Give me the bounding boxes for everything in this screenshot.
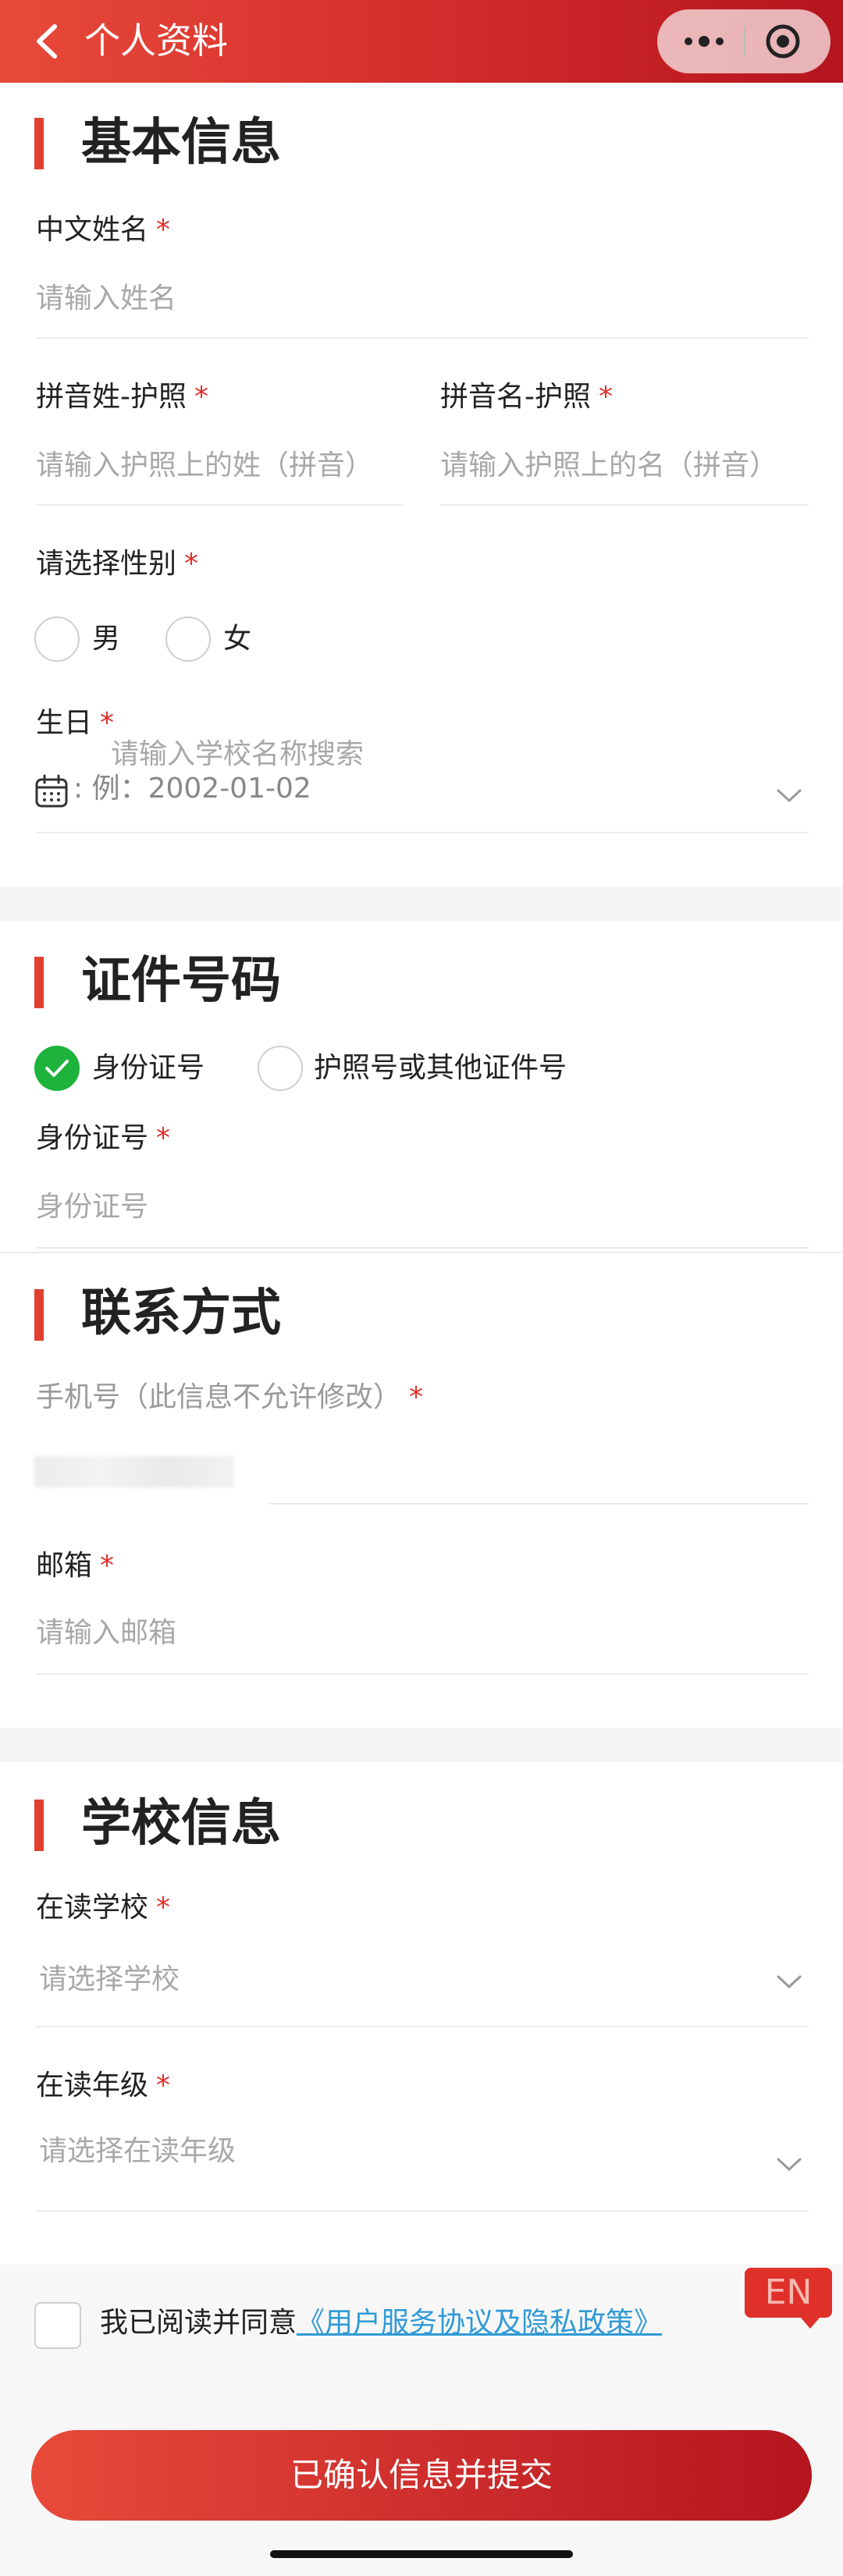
surname-input[interactable]: 请输入护照上的姓（拼音） xyxy=(36,448,373,484)
field-underline xyxy=(36,832,809,833)
section-accent-bar xyxy=(34,118,44,169)
chevron-down-icon[interactable] xyxy=(776,1974,802,1990)
mini-program-capsule xyxy=(657,9,831,73)
required-mark: * xyxy=(599,381,613,413)
school-select[interactable]: 请选择学校 xyxy=(39,1962,180,1998)
field-underline xyxy=(36,337,809,339)
phone-label: 手机号（此信息不允许修改） * xyxy=(36,1381,424,1413)
email-label: 邮箱 * xyxy=(36,1550,115,1582)
gender-female-label[interactable]: 女 xyxy=(223,621,251,657)
required-mark: * xyxy=(156,1122,171,1154)
chevron-down-icon[interactable] xyxy=(776,788,802,804)
more-dots-icon[interactable] xyxy=(681,30,727,53)
section-gap xyxy=(0,1728,843,1762)
phone-value-redacted xyxy=(34,1456,234,1487)
home-indicator xyxy=(270,2550,573,2558)
required-mark: * xyxy=(156,1892,171,1924)
section-accent-bar xyxy=(34,1800,44,1851)
agreement-link[interactable]: 《用户服务协议及隐私政策》 xyxy=(297,2307,662,2339)
chinese-name-label: 中文姓名 * xyxy=(36,214,171,246)
page-title: 个人资料 xyxy=(84,20,228,62)
id-number-label: 身份证号 * xyxy=(36,1122,171,1154)
field-underline xyxy=(36,1247,809,1249)
school-label: 在读学校 * xyxy=(36,1892,171,1924)
required-mark: * xyxy=(100,1550,115,1582)
required-mark: * xyxy=(194,381,208,413)
required-mark: * xyxy=(156,214,171,246)
given-name-label: 拼音名-护照 * xyxy=(440,381,613,413)
field-underline xyxy=(36,2210,809,2212)
language-toggle-en[interactable]: EN xyxy=(745,2268,832,2329)
passport-radio[interactable] xyxy=(258,1046,303,1091)
required-mark: * xyxy=(184,548,199,580)
required-mark: * xyxy=(156,2070,171,2102)
top-nav-bar: 个人资料 xyxy=(0,0,843,83)
chinese-name-input[interactable]: 请输入姓名 xyxy=(36,281,176,317)
birthday-label: 生日 * xyxy=(36,707,115,739)
close-target-icon[interactable] xyxy=(765,23,801,59)
gender-male-radio[interactable] xyxy=(34,616,80,662)
gender-male-label[interactable]: 男 xyxy=(92,621,120,657)
birthday-input[interactable]: : 例：2002-01-02 xyxy=(73,771,311,807)
field-underline xyxy=(269,1503,809,1505)
field-underline xyxy=(36,2026,809,2027)
surname-label: 拼音姓-护照 * xyxy=(36,381,208,413)
capsule-divider xyxy=(744,27,745,56)
required-mark: * xyxy=(409,1381,424,1413)
section-accent-bar xyxy=(34,957,44,1008)
field-underline xyxy=(440,504,809,506)
field-underline xyxy=(36,504,403,506)
chevron-down-icon[interactable] xyxy=(776,2157,802,2173)
grade-select[interactable]: 请选择在读年级 xyxy=(39,2134,236,2169)
back-arrow-icon[interactable] xyxy=(31,22,62,61)
grade-label: 在读年级 * xyxy=(36,2070,171,2102)
field-underline xyxy=(36,1673,809,1675)
required-mark: * xyxy=(100,707,115,739)
section-title-contact: 联系方式 xyxy=(81,1284,281,1342)
agreement-text: 我已阅读并同意《用户服务协议及隐私政策》 xyxy=(100,2307,663,2339)
agreement-checkbox[interactable] xyxy=(34,2302,81,2349)
gender-label: 请选择性别 * xyxy=(36,548,199,580)
section-title-id: 证件号码 xyxy=(81,952,281,1010)
id-card-radio[interactable] xyxy=(34,1046,80,1091)
section-gap xyxy=(0,886,843,921)
section-title-basic: 基本信息 xyxy=(81,114,281,172)
school-search-hint: 请输入学校名称搜索 xyxy=(111,738,365,770)
section-accent-bar xyxy=(34,1289,44,1341)
given-name-input[interactable]: 请输入护照上的名（拼音） xyxy=(440,448,777,484)
section-title-school: 学校信息 xyxy=(81,1795,281,1853)
gender-female-radio[interactable] xyxy=(165,616,211,662)
submit-button[interactable]: 已确认信息并提交 xyxy=(31,2430,812,2521)
passport-option-label[interactable]: 护照号或其他证件号 xyxy=(314,1050,567,1086)
id-number-input[interactable]: 身份证号 xyxy=(36,1189,148,1225)
calendar-icon[interactable] xyxy=(34,774,69,808)
id-card-option-label[interactable]: 身份证号 xyxy=(92,1050,205,1086)
check-icon xyxy=(45,1060,69,1077)
email-input[interactable]: 请输入邮箱 xyxy=(36,1615,176,1651)
section-divider xyxy=(0,1252,843,1253)
